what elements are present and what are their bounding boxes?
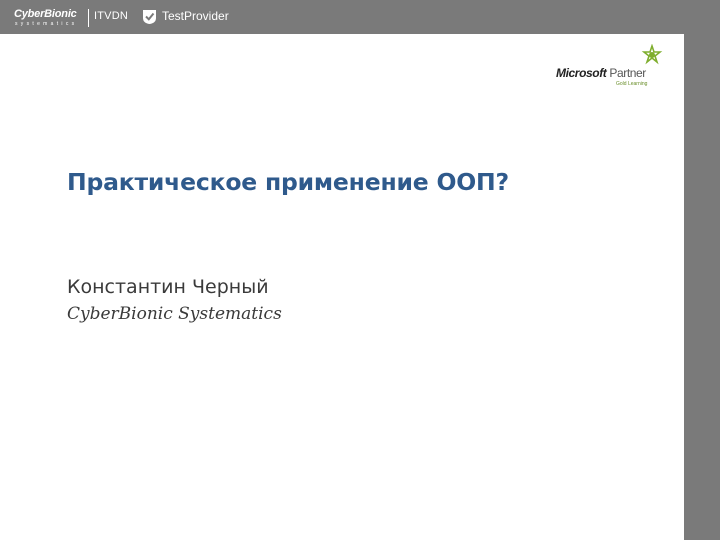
shield-check-icon [142, 8, 157, 25]
testprovider-logo: TestProvider [162, 9, 229, 23]
gold-partner-icon [640, 43, 664, 68]
slide-title: Практическое применение ООП? [67, 168, 509, 196]
microsoft-wordmark: Microsoft [556, 66, 607, 80]
itvdn-logo: ITVDN [94, 10, 128, 22]
header-divider [88, 9, 89, 27]
cyberbionic-logo: CyberBionic systematics [14, 8, 84, 30]
right-side-band [684, 34, 720, 540]
header-bar: CyberBionic systematics ITVDN TestProvid… [0, 0, 720, 34]
cyberbionic-logo-name: CyberBionic [14, 8, 77, 20]
company-name: CyberBionic Systematics [67, 304, 282, 324]
partner-label: Partner [609, 66, 646, 80]
cyberbionic-logo-subtitle: systematics [15, 21, 78, 27]
partner-sublabel: Gold Learning [616, 81, 648, 87]
author-name: Константин Черный [67, 276, 269, 298]
microsoft-partner-logo: Microsoft Partner Gold Learning [556, 43, 666, 90]
